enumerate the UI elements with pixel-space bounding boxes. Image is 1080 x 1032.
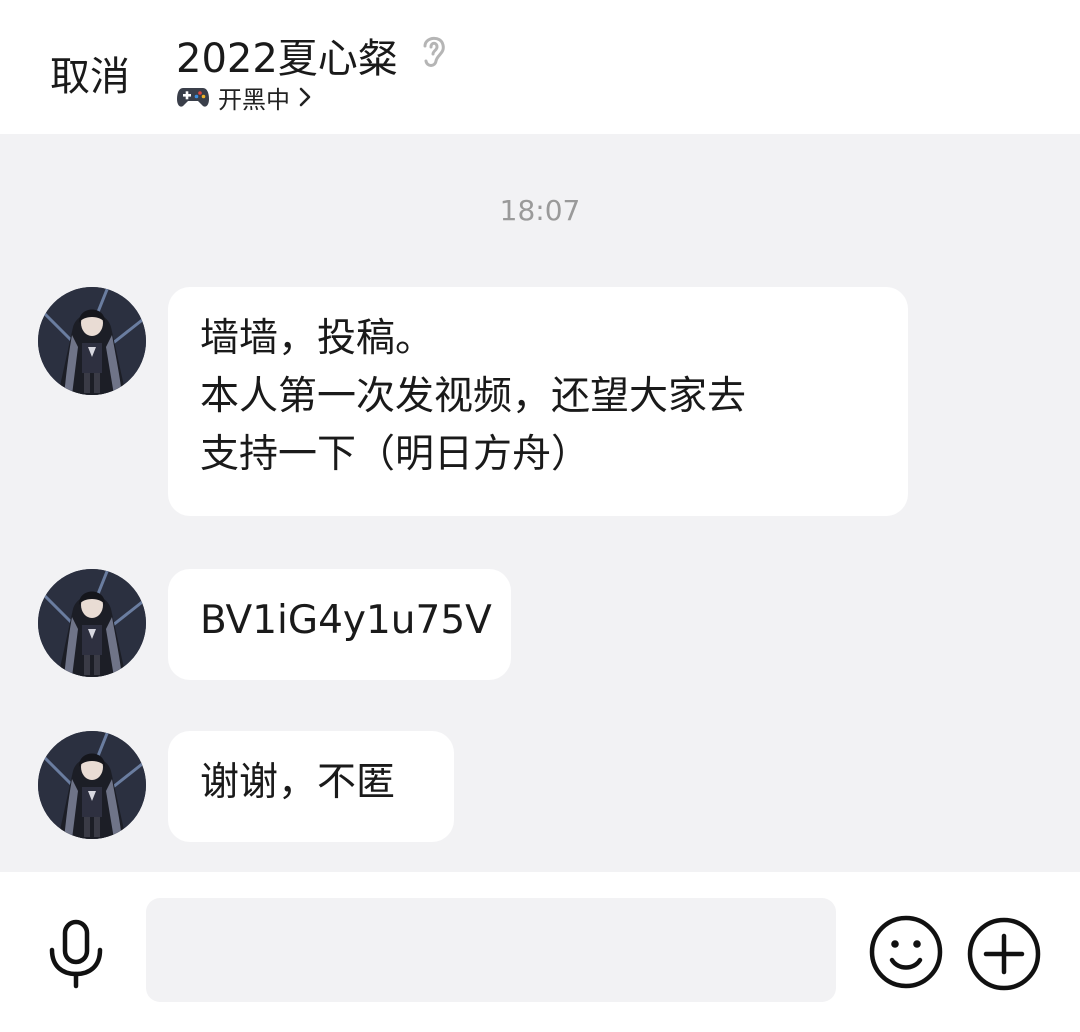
microphone-icon[interactable] xyxy=(44,918,108,990)
avatar[interactable] xyxy=(38,569,146,677)
plus-circle-icon[interactable] xyxy=(966,916,1042,992)
chevron-right-icon xyxy=(299,87,311,107)
message-line: 支持一下（明日方舟） xyxy=(200,432,591,477)
message-line: 墙墙，投稿。 xyxy=(200,316,435,361)
chat-header: 取消 2022夏心粲 开黑中 xyxy=(0,0,1080,134)
status-text: 开黑中 xyxy=(218,85,290,114)
message-bubble[interactable]: 谢谢，不匿 xyxy=(168,731,454,842)
cancel-button[interactable]: 取消 xyxy=(50,44,130,102)
message-line: 本人第一次发视频，还望大家去 xyxy=(200,374,747,419)
smiley-icon[interactable] xyxy=(868,914,944,990)
message-line: 谢谢，不匿 xyxy=(200,760,396,805)
message-bubble[interactable]: 墙墙，投稿。 本人第一次发视频，还望大家去 支持一下（明日方舟） xyxy=(168,287,908,516)
ear-icon[interactable] xyxy=(416,30,450,70)
avatar[interactable] xyxy=(38,287,146,395)
message-bubble[interactable]: BV1iG4y1u75V xyxy=(168,569,511,680)
chat-title: 2022夏心粲 xyxy=(176,36,398,82)
avatar[interactable] xyxy=(38,731,146,839)
status-link[interactable]: 开黑中 xyxy=(176,82,312,114)
message-timestamp: 18:07 xyxy=(499,194,581,227)
message-input[interactable] xyxy=(146,898,836,1002)
message-line: BV1iG4y1u75V xyxy=(200,598,492,643)
gamepad-icon xyxy=(177,88,209,107)
